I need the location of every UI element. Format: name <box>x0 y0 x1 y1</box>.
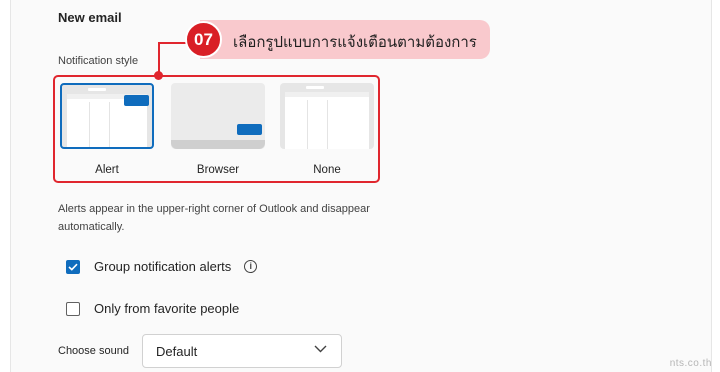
group-alerts-checkbox[interactable] <box>66 259 80 274</box>
callout-step-badge: 07 <box>185 21 222 58</box>
callout-connector <box>158 42 188 44</box>
favorites-only-label: Only from favorite people <box>94 301 240 316</box>
choose-sound-label: Choose sound <box>58 345 129 357</box>
callout-dot <box>154 71 163 80</box>
favorites-only-row[interactable]: Only from favorite people <box>66 301 239 316</box>
favorites-only-checkbox[interactable] <box>66 301 80 316</box>
alert-description: Alerts appear in the upper-right corner … <box>58 203 370 233</box>
checkmark-icon <box>68 263 78 271</box>
sound-dropdown[interactable]: Default <box>142 334 342 368</box>
watermark: nts.co.th <box>669 358 712 369</box>
group-alerts-label: Group notification alerts <box>94 259 232 274</box>
group-alerts-row[interactable]: Group notification alerts i <box>66 259 258 274</box>
sound-dropdown-value: Default <box>156 344 198 359</box>
callout-text: เลือกรูปแบบการแจ้งเตือนตามต้องการ <box>233 33 477 51</box>
section-title: New email <box>58 10 122 25</box>
highlight-outline <box>53 75 380 183</box>
notification-style-label: Notification style <box>58 55 139 67</box>
info-icon[interactable]: i <box>244 260 258 273</box>
chevron-down-icon <box>314 345 327 353</box>
